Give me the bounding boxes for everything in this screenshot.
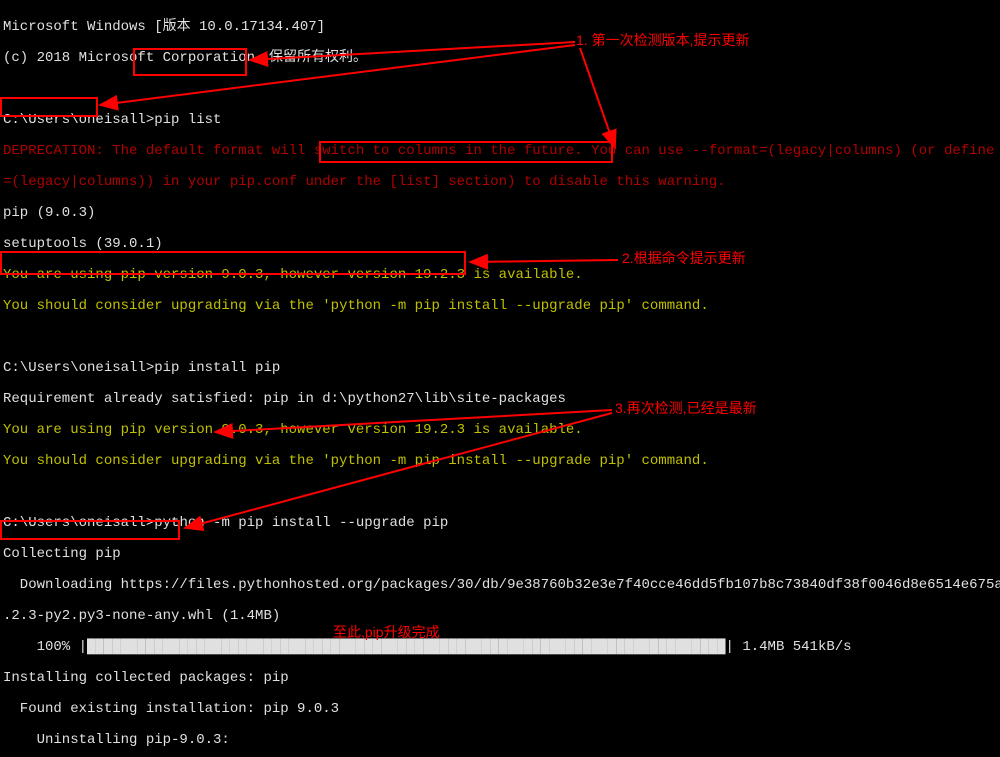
install-collected: Installing collected packages: pip xyxy=(3,671,1000,687)
pip-list1-row1: pip (9.0.3) xyxy=(3,206,1000,222)
downloading-a: Downloading https://files.pythonhosted.o… xyxy=(3,578,1000,594)
req-satisfied: Requirement already satisfied: pip in d:… xyxy=(3,392,1000,408)
prompt-line-2: C:\Users\oneisall>pip install pip xyxy=(3,361,1000,377)
copyright-line: (c) 2018 Microsoft Corporation。保留所有权利。 xyxy=(3,51,1000,67)
win-version-line: Microsoft Windows [版本 10.0.17134.407] xyxy=(3,20,1000,36)
upgrade-notice-2b: You should consider upgrading via the 'p… xyxy=(3,454,1000,470)
downloading-b: .2.3-py2.py3-none-any.whl (1.4MB) xyxy=(3,609,1000,625)
deprecation-1b: =(legacy|columns)) in your pip.conf unde… xyxy=(3,175,1000,191)
annotation-1: 1. 第一次检测版本,提示更新 xyxy=(576,33,749,49)
found-existing: Found existing installation: pip 9.0.3 xyxy=(3,702,1000,718)
annotation-2: 2.根据命令提示更新 xyxy=(622,251,746,267)
collecting: Collecting pip xyxy=(3,547,1000,563)
deprecation-1a: DEPRECATION: The default format will swi… xyxy=(3,144,1000,160)
upgrade-notice-1a: You are using pip version 9.0.3, however… xyxy=(3,268,1000,284)
prompt-line-1: C:\Users\oneisall>pip list xyxy=(3,113,1000,129)
uninstalling: Uninstalling pip-9.0.3: xyxy=(3,733,1000,749)
annotation-3: 3.再次检测,已经是最新 xyxy=(615,401,757,417)
progress-line: 100% |██████████████████████████████████… xyxy=(3,640,1000,656)
upgrade-notice-2a: You are using pip version 9.0.3, however… xyxy=(3,423,1000,439)
terminal-output[interactable]: Microsoft Windows [版本 10.0.17134.407] (c… xyxy=(0,0,1000,757)
pip-list1-row2: setuptools (39.0.1) xyxy=(3,237,1000,253)
prompt-line-3: C:\Users\oneisall>python -m pip install … xyxy=(3,516,1000,532)
annotation-4: 至此,pip升级完成 xyxy=(333,625,440,641)
upgrade-notice-1b: You should consider upgrading via the 'p… xyxy=(3,299,1000,315)
